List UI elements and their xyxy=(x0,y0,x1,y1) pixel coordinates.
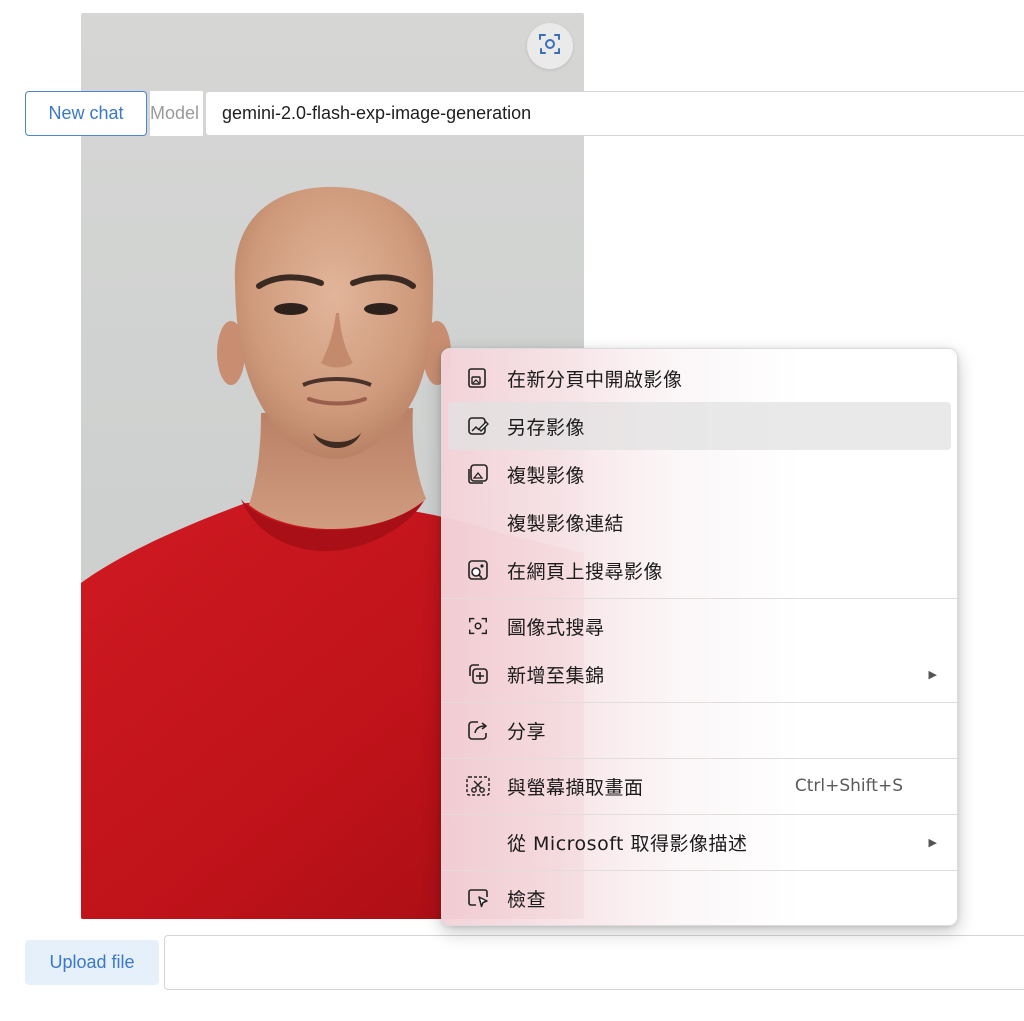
add-to-collections-icon xyxy=(465,661,491,687)
menu-item-label: 複製影像連結 xyxy=(507,512,625,535)
menu-item-label: 新增至集錦 xyxy=(507,664,605,687)
menu-item-label: 圖像式搜尋 xyxy=(507,616,605,639)
menu-separator xyxy=(442,870,957,871)
menu-separator xyxy=(442,814,957,815)
menu-item-share[interactable]: 分享 xyxy=(448,706,951,754)
model-label: Model xyxy=(150,91,204,136)
upload-file-button[interactable]: Upload file xyxy=(25,940,159,985)
menu-item-copy-image-link[interactable]: 複製影像連結 xyxy=(448,498,951,546)
visual-search-button[interactable] xyxy=(527,23,573,69)
screenshot-icon xyxy=(465,773,491,799)
menu-item-label: 複製影像 xyxy=(507,464,586,487)
new-chat-button[interactable]: New chat xyxy=(25,91,147,136)
model-input[interactable]: gemini-2.0-flash-exp-image-generation xyxy=(205,91,1024,136)
visual-search-icon xyxy=(537,31,563,62)
menu-item-label: 另存影像 xyxy=(507,416,586,439)
visual-search-icon xyxy=(465,613,491,639)
menu-item-visual-search[interactable]: 圖像式搜尋 xyxy=(448,602,951,650)
menu-item-search-image-web[interactable]: 在網頁上搜尋影像 xyxy=(448,546,951,594)
inspect-icon xyxy=(465,885,491,911)
menu-item-image-description[interactable]: 從 Microsoft 取得影像描述 ▶ xyxy=(448,818,951,866)
message-input[interactable] xyxy=(164,935,1024,990)
copy-image-icon xyxy=(465,461,491,487)
menu-item-copy-image[interactable]: 複製影像 xyxy=(448,450,951,498)
menu-item-label: 在網頁上搜尋影像 xyxy=(507,560,664,583)
menu-item-label: 檢查 xyxy=(507,888,547,911)
shortcut-label: Ctrl+Shift+S xyxy=(794,776,903,796)
menu-separator xyxy=(442,702,957,703)
menu-item-open-image-new-tab[interactable]: 在新分頁中開啟影像 xyxy=(448,354,951,402)
menu-separator xyxy=(442,598,957,599)
search-image-web-icon xyxy=(465,557,491,583)
menu-item-label: 從 Microsoft 取得影像描述 xyxy=(507,832,748,855)
menu-item-screenshot[interactable]: 與螢幕擷取畫面 Ctrl+Shift+S xyxy=(448,762,951,810)
save-image-icon xyxy=(465,413,491,439)
menu-item-inspect[interactable]: 檢查 xyxy=(448,874,951,922)
menu-separator xyxy=(442,758,957,759)
menu-item-add-to-collections[interactable]: 新增至集錦 ▶ xyxy=(448,650,951,698)
menu-item-label: 分享 xyxy=(507,720,547,743)
image-context-menu: 在新分頁中開啟影像 另存影像 複製影像 複製影像連結 在網頁上搜尋影像 圖像式搜… xyxy=(441,348,958,926)
open-image-new-tab-icon xyxy=(465,365,491,391)
menu-item-label: 與螢幕擷取畫面 xyxy=(507,776,644,799)
menu-item-label: 在新分頁中開啟影像 xyxy=(507,368,683,391)
share-icon xyxy=(465,717,491,743)
menu-item-save-image[interactable]: 另存影像 xyxy=(448,402,951,450)
submenu-arrow-icon: ▶ xyxy=(928,836,937,849)
submenu-arrow-icon: ▶ xyxy=(928,668,937,681)
